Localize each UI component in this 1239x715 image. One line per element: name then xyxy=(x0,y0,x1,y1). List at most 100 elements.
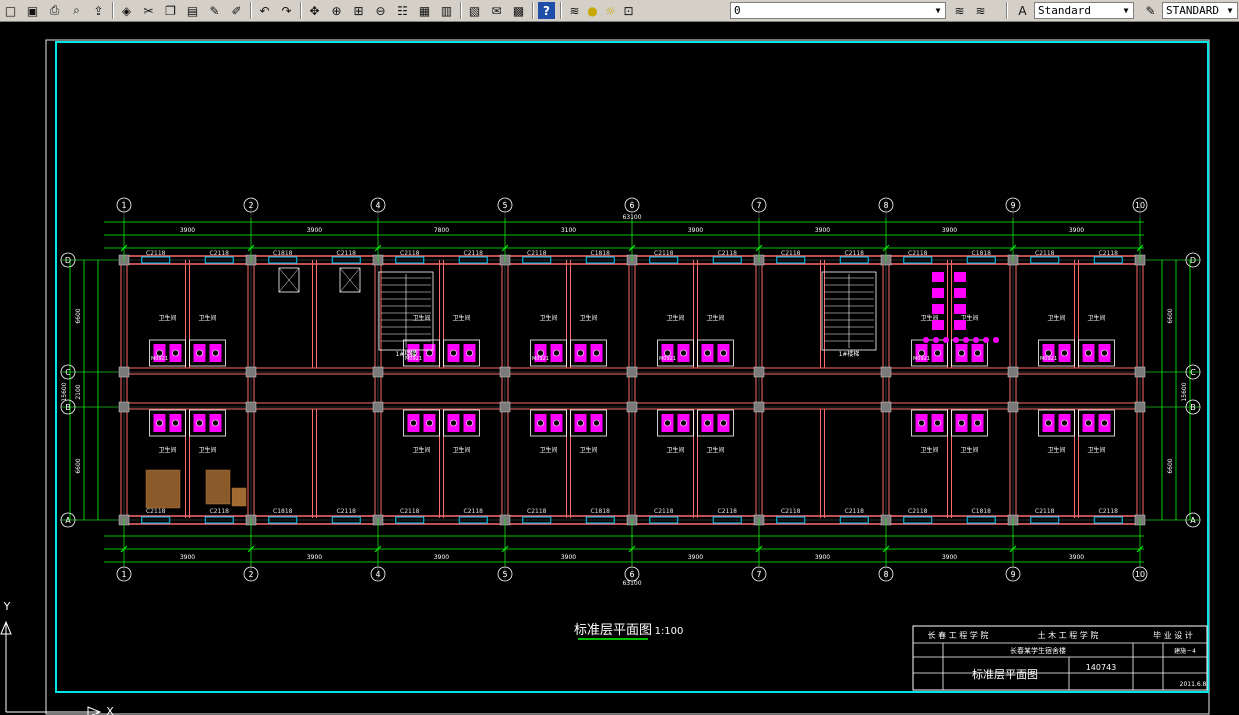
grid-number: 9 xyxy=(1010,570,1015,579)
calculator-icon[interactable]: ▩ xyxy=(510,2,527,19)
window-label-north: C1818 xyxy=(591,250,611,257)
dimension-text: 3900 xyxy=(180,227,195,234)
title-block-sheet: 建施－4 xyxy=(1174,647,1196,655)
pan-icon[interactable]: ✥ xyxy=(306,2,323,19)
basin xyxy=(720,349,727,357)
grid-number: 2 xyxy=(248,201,253,210)
sink-fixture xyxy=(943,337,949,343)
layer-lock-icon[interactable]: ⊡ xyxy=(620,2,637,19)
paste-icon[interactable]: ▤ xyxy=(184,2,201,19)
publish-icon[interactable]: ⇪ xyxy=(90,2,107,19)
chevron-down-icon[interactable]: ▼ xyxy=(1120,4,1132,17)
toilet-bowl xyxy=(664,419,671,427)
sink-fixture xyxy=(993,337,999,343)
print-preview-icon[interactable]: ⌕ xyxy=(68,2,85,19)
undo-icon[interactable]: ↶ xyxy=(256,2,273,19)
window-label-south: C2118 xyxy=(908,508,928,515)
markup-icon[interactable]: ✉ xyxy=(488,2,505,19)
chevron-down-icon[interactable]: ▼ xyxy=(1224,4,1236,17)
grid-number: 5 xyxy=(502,201,507,210)
print-icon[interactable]: ⎙ xyxy=(46,2,63,19)
window-label-north: C2118 xyxy=(1099,250,1119,257)
structural-column xyxy=(1134,401,1146,413)
properties-icon[interactable]: ☷ xyxy=(394,2,411,19)
grid-letter: C xyxy=(65,368,71,377)
grid-number: 6 xyxy=(629,201,634,210)
room-label: 卫生间 xyxy=(198,314,216,322)
drawing-title: 标准层平面图 xyxy=(574,623,652,638)
copy-icon[interactable]: ❐ xyxy=(162,2,179,19)
room-label: 卫生间 xyxy=(706,314,724,322)
toolbar-separator xyxy=(460,2,462,19)
sheet-set-icon[interactable]: ▧ xyxy=(466,2,483,19)
layer-freeze-icon[interactable]: ☼ xyxy=(602,2,619,19)
window-label-south: C2118 xyxy=(337,508,357,515)
match-properties-icon[interactable]: ✎ xyxy=(206,2,223,19)
block-editor-icon[interactable]: ✐ xyxy=(228,2,245,19)
basin xyxy=(466,419,473,427)
structural-column xyxy=(372,366,384,378)
title-block-type: 毕 业 设 计 xyxy=(1153,630,1193,640)
text-style-icon[interactable]: A xyxy=(1014,2,1031,19)
grid-letter: D xyxy=(1190,256,1196,265)
door-label: M0921 xyxy=(913,356,930,362)
room-label: 卫生间 xyxy=(579,314,597,322)
room-label: 卫生间 xyxy=(158,314,176,322)
basin xyxy=(720,419,727,427)
structural-column xyxy=(118,401,130,413)
structural-column xyxy=(1007,366,1019,378)
window-label-north: C1818 xyxy=(972,250,992,257)
dimension-text: 3900 xyxy=(815,227,830,234)
structural-column xyxy=(245,401,257,413)
toilet-bowl xyxy=(958,349,965,357)
room-label: 卫生间 xyxy=(1047,314,1065,322)
redo-icon[interactable]: ↷ xyxy=(278,2,295,19)
design-center-icon[interactable]: ▦ xyxy=(416,2,433,19)
layer-dropdown-value: 0 xyxy=(734,4,741,17)
chevron-down-icon[interactable]: ▼ xyxy=(932,4,944,17)
basin xyxy=(466,349,473,357)
cut-icon[interactable]: ✂ xyxy=(140,2,157,19)
title-block-department: 土 木 工 程 学 院 xyxy=(1038,630,1099,640)
room-label: 卫生间 xyxy=(198,446,216,454)
basin xyxy=(426,419,433,427)
toilet-bowl xyxy=(156,419,163,427)
zoom-previous-icon[interactable]: ⊖ xyxy=(372,2,389,19)
grid-number: 4 xyxy=(375,201,380,210)
dim-style-dropdown[interactable]: STANDARD ▼ xyxy=(1162,2,1238,19)
window-label-north: C1818 xyxy=(273,250,293,257)
text-style-dropdown[interactable]: Standard ▼ xyxy=(1034,2,1134,19)
layer-previous-icon[interactable]: ≋ xyxy=(951,2,968,19)
stair-label: 1#楼梯 xyxy=(396,350,417,358)
layer-states-icon[interactable]: ≋ xyxy=(972,2,989,19)
room-label: 卫生间 xyxy=(1047,446,1065,454)
window-label-north: C2118 xyxy=(527,250,547,257)
layer-manager-icon[interactable]: ≋ xyxy=(566,2,583,19)
save-icon[interactable]: ▣ xyxy=(24,2,41,19)
grid-number: 7 xyxy=(756,201,761,210)
tool-palettes-icon[interactable]: ▥ xyxy=(438,2,455,19)
toilet-bowl xyxy=(1085,349,1092,357)
layer-on-icon[interactable]: ● xyxy=(584,2,601,19)
title-block-id: 140743 xyxy=(1086,663,1117,672)
basin xyxy=(1061,419,1068,427)
plot-icon[interactable]: ◈ xyxy=(118,2,135,19)
drawing-canvas[interactable]: C2118C2118C2118C2118C1818C1818C2118C2118… xyxy=(0,22,1239,715)
toilet-bowl xyxy=(450,349,457,357)
toilet-bowl xyxy=(1045,419,1052,427)
zoom-realtime-icon[interactable]: ⊕ xyxy=(328,2,345,19)
zoom-window-icon[interactable]: ⊞ xyxy=(350,2,367,19)
basin xyxy=(974,349,981,357)
help-icon[interactable]: ? xyxy=(538,2,555,19)
structural-column xyxy=(499,366,511,378)
room-label: 卫生间 xyxy=(412,314,430,322)
basin xyxy=(212,349,219,357)
new-icon[interactable]: □ xyxy=(2,2,19,19)
structural-column xyxy=(753,401,765,413)
dim-style-icon[interactable]: ✎ xyxy=(1142,2,1159,19)
structural-column xyxy=(880,366,892,378)
dimension-text: 3900 xyxy=(1069,227,1084,234)
sink-fixture xyxy=(983,337,989,343)
structural-column xyxy=(499,401,511,413)
layer-dropdown[interactable]: 0 ▼ xyxy=(730,2,946,19)
